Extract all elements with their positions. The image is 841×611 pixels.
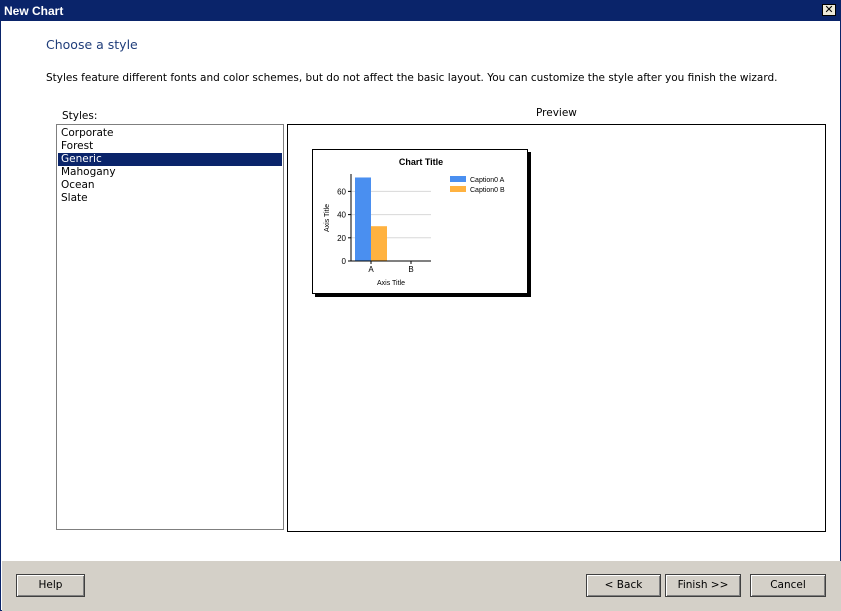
style-item-corporate[interactable]: Corporate <box>58 127 282 140</box>
styles-label: Styles: <box>62 110 98 122</box>
window-title: New Chart <box>4 4 64 18</box>
style-item-generic[interactable]: Generic <box>58 153 282 166</box>
back-button[interactable]: < Back <box>586 574 661 597</box>
help-button[interactable]: Help <box>16 574 85 597</box>
preview-pane: Chart Title 0 20 40 60 A B Axis Title Axis T… <box>287 124 826 532</box>
x-axis-title: Axis Title <box>377 280 405 287</box>
x-tick-label-b: B <box>408 265 413 274</box>
style-item-slate[interactable]: Slate <box>58 192 282 205</box>
y-tick-label: 40 <box>337 211 346 220</box>
button-bar: Help < Back Finish >> Cancel <box>2 561 841 611</box>
finish-button[interactable]: Finish >> <box>665 574 741 597</box>
new-chart-dialog: New Chart ✕ Choose a style Styles featur… <box>0 0 841 611</box>
styles-listbox[interactable]: Corporate Forest Generic Mahogany Ocean … <box>56 124 284 530</box>
bar-a-series-2 <box>371 226 387 261</box>
close-icon[interactable]: ✕ <box>822 4 836 16</box>
cancel-button[interactable]: Cancel <box>750 574 826 597</box>
x-tick-label-a: A <box>368 265 374 274</box>
chart-svg: Chart Title 0 20 40 60 A B Axis Title Axis T… <box>324 157 505 287</box>
chart-preview: Chart Title 0 20 40 60 A B Axis Title Axis T… <box>312 149 528 294</box>
style-item-forest[interactable]: Forest <box>58 140 282 153</box>
chart-title: Chart Title <box>399 157 443 167</box>
y-tick-label: 0 <box>342 257 347 266</box>
preview-label: Preview <box>536 107 577 119</box>
title-bar[interactable]: New Chart ✕ <box>1 1 840 21</box>
style-item-ocean[interactable]: Ocean <box>58 179 282 192</box>
legend-swatch <box>450 176 466 182</box>
legend-swatch <box>450 186 466 192</box>
y-tick-label: 60 <box>337 187 346 196</box>
style-item-mahogany[interactable]: Mahogany <box>58 166 282 179</box>
legend-label: Caption0 B <box>470 187 505 194</box>
legend-label: Caption0 A <box>470 177 505 184</box>
y-axis-title: Axis Title <box>324 204 331 232</box>
y-tick-label: 20 <box>337 234 346 243</box>
page-heading: Choose a style <box>46 37 138 52</box>
bar-a-series-1 <box>355 177 371 261</box>
page-description: Styles feature different fonts and color… <box>46 72 778 84</box>
